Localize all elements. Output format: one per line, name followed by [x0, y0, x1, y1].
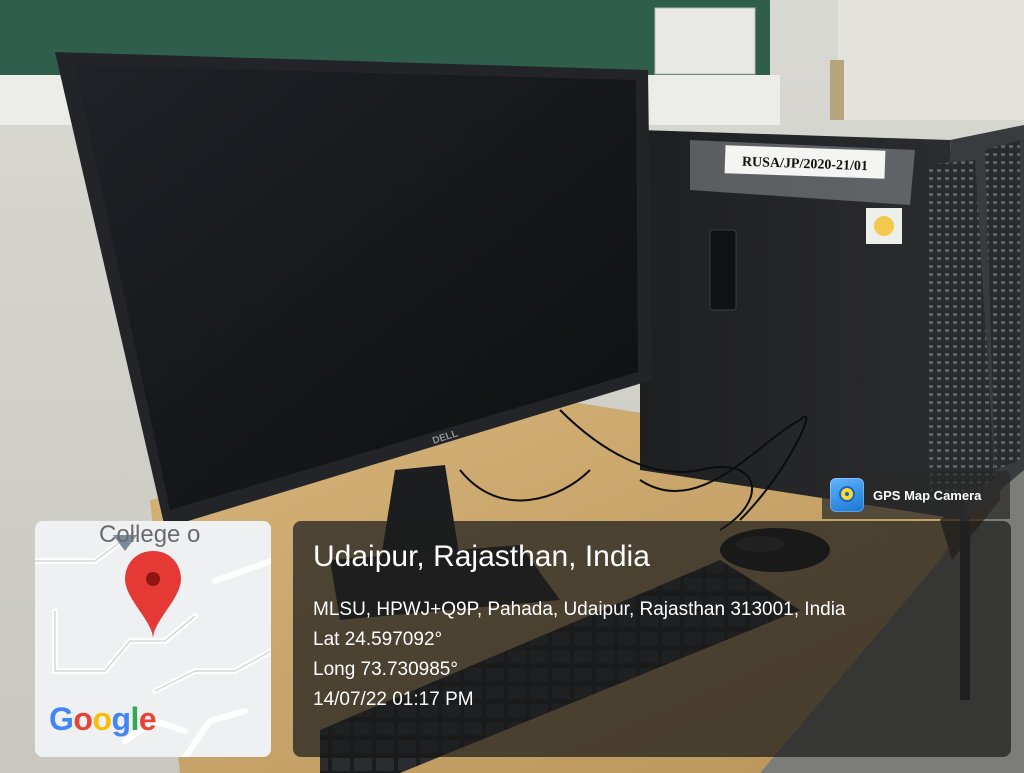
map-place-label: College o [99, 521, 201, 548]
google-logo-letter: G [49, 701, 74, 737]
window-frame [838, 0, 1024, 120]
sticker-emblem [874, 216, 894, 236]
google-logo-letter: l [130, 701, 140, 737]
google-logo-letter: o [73, 701, 93, 737]
location-title: Udaipur, Rajasthan, India [313, 540, 650, 573]
paper-notice [654, 7, 756, 75]
location-address: MLSU, HPWJ+Q9P, Pahada, Udaipur, Rajasth… [313, 599, 846, 620]
timestamp: 14/07/22 01:17 PM [313, 689, 474, 710]
google-logo-letter: e [138, 701, 157, 737]
map-thumbnail: College o Google [35, 521, 271, 757]
gps-app-badge: GPS Map Camera [822, 471, 1010, 519]
longitude: Long 73.730985° [313, 659, 458, 680]
google-logo-letter: g [111, 701, 131, 737]
google-logo: Google [49, 701, 157, 738]
drive-bay-handle [709, 229, 737, 311]
gps-app-label: GPS Map Camera [873, 487, 982, 503]
bottle [830, 60, 844, 120]
location-info-panel: Udaipur, Rajasthan, India MLSU, HPWJ+Q9P… [293, 521, 1011, 757]
gps-map-camera-icon [830, 478, 864, 512]
google-logo-letter: o [92, 701, 112, 737]
latitude: Lat 24.597092° [313, 629, 443, 650]
